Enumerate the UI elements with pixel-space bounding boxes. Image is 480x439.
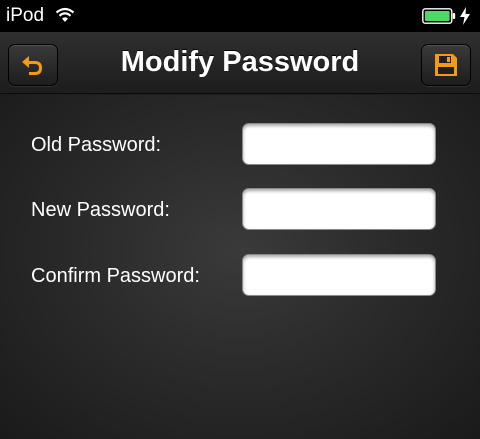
battery-icon (422, 8, 456, 24)
old-password-row: Old Password: (0, 123, 480, 167)
confirm-password-label: Confirm Password: (31, 265, 200, 287)
back-button[interactable] (8, 44, 58, 86)
save-button[interactable] (421, 44, 471, 86)
password-form: Old Password: New Password: Confirm Pass… (0, 95, 480, 439)
page-title: Modify Password (120, 46, 360, 78)
new-password-label: New Password: (31, 199, 170, 221)
undo-arrow-icon (22, 56, 42, 75)
navigation-bar: Modify Password (0, 32, 480, 94)
old-password-label: Old Password: (31, 134, 162, 156)
confirm-password-row: Confirm Password: (0, 254, 480, 298)
confirm-password-input[interactable] (242, 254, 436, 296)
status-bar: iPod (0, 0, 480, 32)
new-password-row: New Password: (0, 188, 480, 232)
old-password-input[interactable] (242, 123, 436, 165)
wifi-icon (55, 7, 75, 22)
new-password-input[interactable] (242, 188, 436, 230)
floppy-disk-icon (435, 54, 457, 76)
charging-bolt-icon (460, 7, 470, 25)
carrier-label: iPod (6, 5, 45, 26)
